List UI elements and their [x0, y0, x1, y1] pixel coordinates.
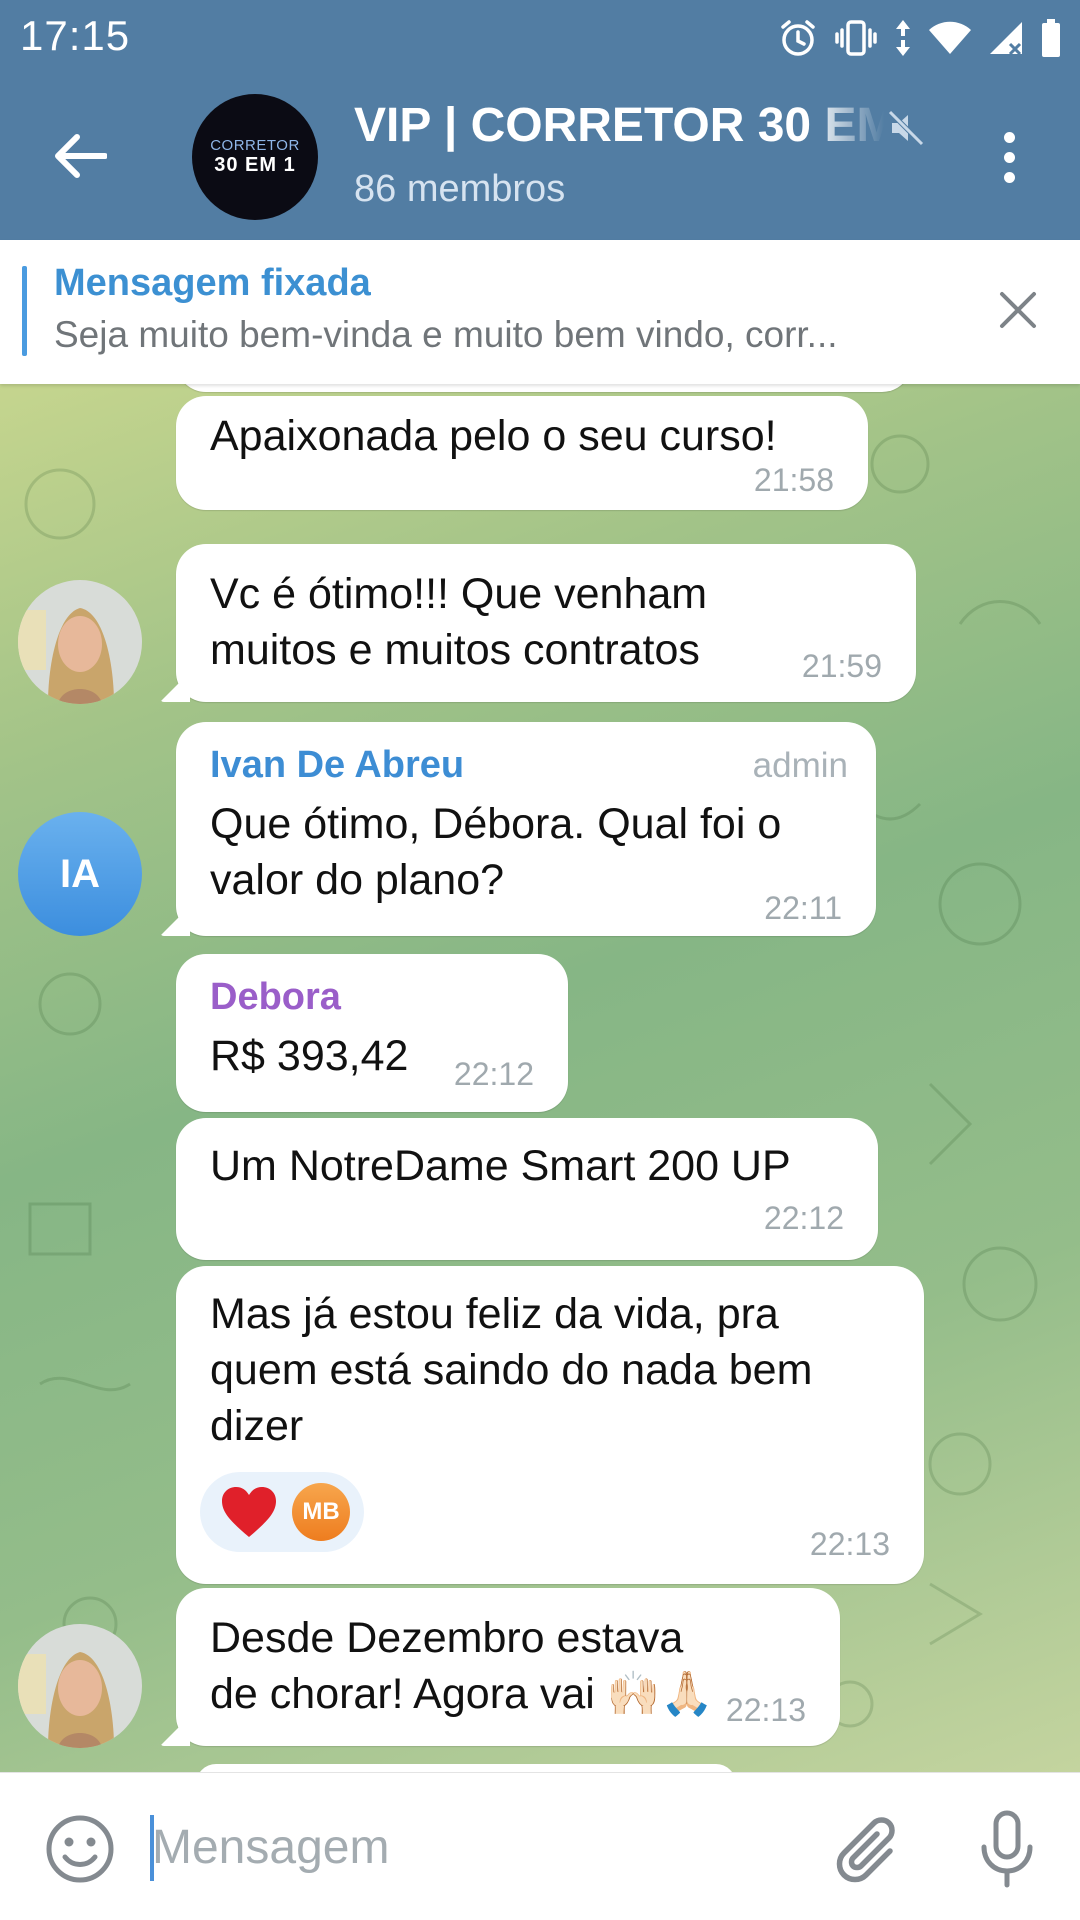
pinned-indicator [22, 266, 27, 356]
message-time: 21:59 [801, 648, 882, 684]
more-vertical-dot [1003, 151, 1015, 163]
message-time: 22:12 [763, 1200, 844, 1236]
message-text: Mas já estou feliz da vida, pra quem est… [210, 1290, 813, 1450]
status-time: 17:15 [20, 12, 131, 59]
chat-title[interactable]: VIP | CORRETOR 30 EM 1 [354, 98, 884, 153]
alarm-icon [781, 20, 815, 56]
message-time: 21:58 [753, 462, 834, 498]
message-text: Que ótimo, Débora. Qual foi o valor do p… [210, 800, 782, 904]
avatar-initials: IA [60, 851, 100, 896]
user-avatar-debora[interactable] [18, 1624, 142, 1748]
chat-header: CORRETOR 30 EM 1 VIP | CORRETOR 30 EM 1 … [0, 76, 1080, 240]
more-vertical-icon [1003, 131, 1015, 143]
battery-icon [1042, 19, 1060, 57]
user-avatar-ivan[interactable]: IA [18, 812, 142, 936]
message-bubble[interactable]: Desde Dezembro estava de chorar! Agora v… [176, 1588, 840, 1746]
message-bubble[interactable]: Mas já estou feliz da vida, pra quem est… [176, 1266, 924, 1584]
admin-badge: admin [752, 746, 848, 785]
user-avatar-debora[interactable] [18, 580, 142, 704]
member-count: 86 membros [354, 168, 566, 210]
logo-main-text: 30 EM 1 [214, 154, 296, 176]
message-text: Um NotreDame Smart 200 UP [210, 1142, 791, 1190]
message-bubble[interactable]: Debora R$ 393,42 22:12 [176, 954, 568, 1112]
close-icon[interactable] [998, 290, 1038, 330]
signal-icon [990, 22, 1022, 56]
message-time: 22:11 [764, 890, 842, 926]
message-time: 22:12 [453, 1056, 534, 1092]
emoji-icon[interactable] [44, 1813, 116, 1885]
vibrate-icon [835, 20, 877, 56]
heart-icon [222, 1487, 276, 1537]
reaction-chip[interactable]: MB [200, 1472, 364, 1552]
back-arrow-icon [55, 134, 107, 178]
message-bubble[interactable]: Um NotreDame Smart 200 UP 22:12 [176, 1118, 878, 1260]
message-bubble-partial [176, 384, 912, 392]
message-input-bar [0, 1772, 1080, 1920]
debora-avatar-photo [18, 1624, 142, 1748]
message-bubble[interactable]: Vc é ótimo!!! Que venham muitos e muitos… [176, 544, 916, 702]
sender-name[interactable]: Debora [210, 976, 341, 1019]
pinned-text: Seja muito bem-vinda e muito bem vindo, … [54, 314, 838, 355]
message-time: 22:13 [809, 1526, 890, 1562]
message-time: 22:13 [725, 1692, 806, 1728]
more-options-button[interactable] [984, 122, 1034, 192]
chat-area[interactable]: Apaixonada pelo o seu curso! 21:58 Vc é … [0, 384, 1080, 1772]
message-bubble-partial [196, 1764, 736, 1772]
pinned-title: Mensagem fixada [54, 262, 371, 304]
logo-top-text: CORRETOR [210, 137, 300, 154]
microphone-icon[interactable] [972, 1809, 1042, 1889]
more-vertical-dot [1003, 171, 1015, 183]
paperclip-icon[interactable] [830, 1811, 900, 1887]
mute-icon [888, 110, 924, 146]
message-text: Desde Dezembro estava de chorar! Agora v… [210, 1614, 714, 1718]
data-arrows-icon [896, 20, 910, 56]
status-icons [778, 14, 1062, 62]
message-text: Vc é ótimo!!! Que venham muitos e muitos… [210, 570, 708, 674]
reaction-user-avatar: MB [292, 1483, 350, 1541]
group-avatar[interactable]: CORRETOR 30 EM 1 [192, 94, 318, 220]
message-text: R$ 393,42 [210, 1032, 409, 1080]
back-button[interactable] [40, 116, 120, 196]
debora-avatar-photo [18, 580, 142, 704]
pinned-message-bar[interactable]: Mensagem fixada Seja muito bem-vinda e m… [0, 240, 1080, 384]
sender-name[interactable]: Ivan De Abreu [210, 744, 464, 787]
status-bar: 17:15 [0, 0, 1080, 76]
message-bubble[interactable]: Apaixonada pelo o seu curso! 21:58 [176, 396, 868, 510]
message-bubble[interactable]: Ivan De Abreu admin Que ótimo, Débora. Q… [176, 722, 876, 936]
wifi-icon [929, 21, 971, 54]
message-text: Apaixonada pelo o seu curso! [210, 412, 777, 460]
message-input[interactable] [152, 1807, 792, 1887]
